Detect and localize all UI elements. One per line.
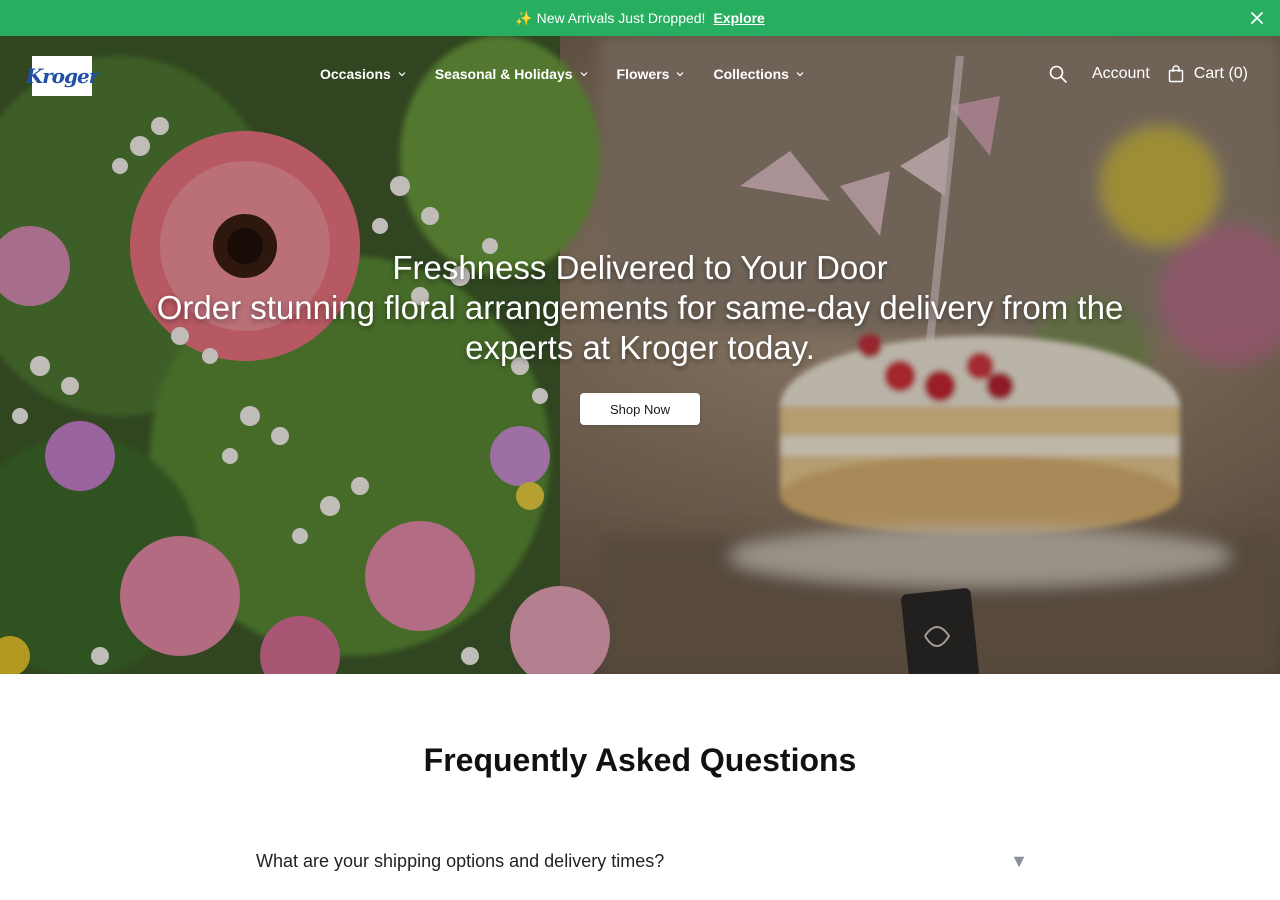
nav-label: Flowers: [616, 66, 670, 82]
main-nav: Occasions Seasonal & Holidays Flowers Co…: [320, 66, 805, 82]
nav-item-collections[interactable]: Collections: [713, 66, 804, 82]
header-actions: Account Cart (0): [1048, 64, 1248, 84]
hero-subtitle: Order stunning floral arrangements for s…: [156, 289, 1124, 366]
chevron-down-icon: [677, 72, 684, 77]
faq-question[interactable]: What are your shipping options and deliv…: [256, 846, 1028, 876]
announcement-text: New Arrivals Just Dropped!: [536, 10, 706, 26]
nav-label: Collections: [713, 66, 789, 82]
account-link[interactable]: Account: [1092, 65, 1150, 83]
chevron-down-icon: [398, 72, 406, 77]
nav-label: Seasonal & Holidays: [434, 66, 573, 82]
chevron-down-icon: [796, 72, 804, 77]
close-icon[interactable]: [1248, 9, 1266, 27]
chevron-down-icon: [580, 72, 587, 77]
cart-button[interactable]: Cart (0): [1168, 65, 1248, 83]
cart-label: Cart (0): [1193, 65, 1248, 82]
kroger-logo[interactable]: Kroger: [26, 56, 99, 96]
faq-question-text: What are your shipping options and deliv…: [256, 850, 665, 871]
nav-item-occasions[interactable]: Occasions: [320, 66, 407, 82]
cart-bag-icon: [1168, 65, 1183, 83]
explore-link[interactable]: Explore: [713, 10, 764, 26]
expand-arrow-icon: ▼: [1010, 850, 1028, 871]
sparkle-icon: ✨: [515, 9, 533, 26]
hero-banner: Kroger Occasions Seasonal & Holidays Flo…: [0, 36, 1280, 674]
search-icon[interactable]: [1048, 64, 1068, 84]
nav-label: Occasions: [320, 66, 391, 82]
nav-item-flowers[interactable]: Flowers: [617, 66, 686, 82]
logo-text: Kroger: [25, 64, 100, 88]
shop-now-button[interactable]: Shop Now: [580, 393, 700, 425]
hero-text: Freshness Delivered to Your Door Order s…: [110, 248, 1170, 368]
faq-title: Frequently Asked Questions: [423, 742, 857, 778]
nav-item-seasonal-holidays[interactable]: Seasonal & Holidays: [435, 66, 589, 82]
hero-title: Freshness Delivered to Your Door: [392, 249, 888, 286]
announcement-bar: ✨ New Arrivals Just Dropped! Explore: [0, 0, 1280, 36]
